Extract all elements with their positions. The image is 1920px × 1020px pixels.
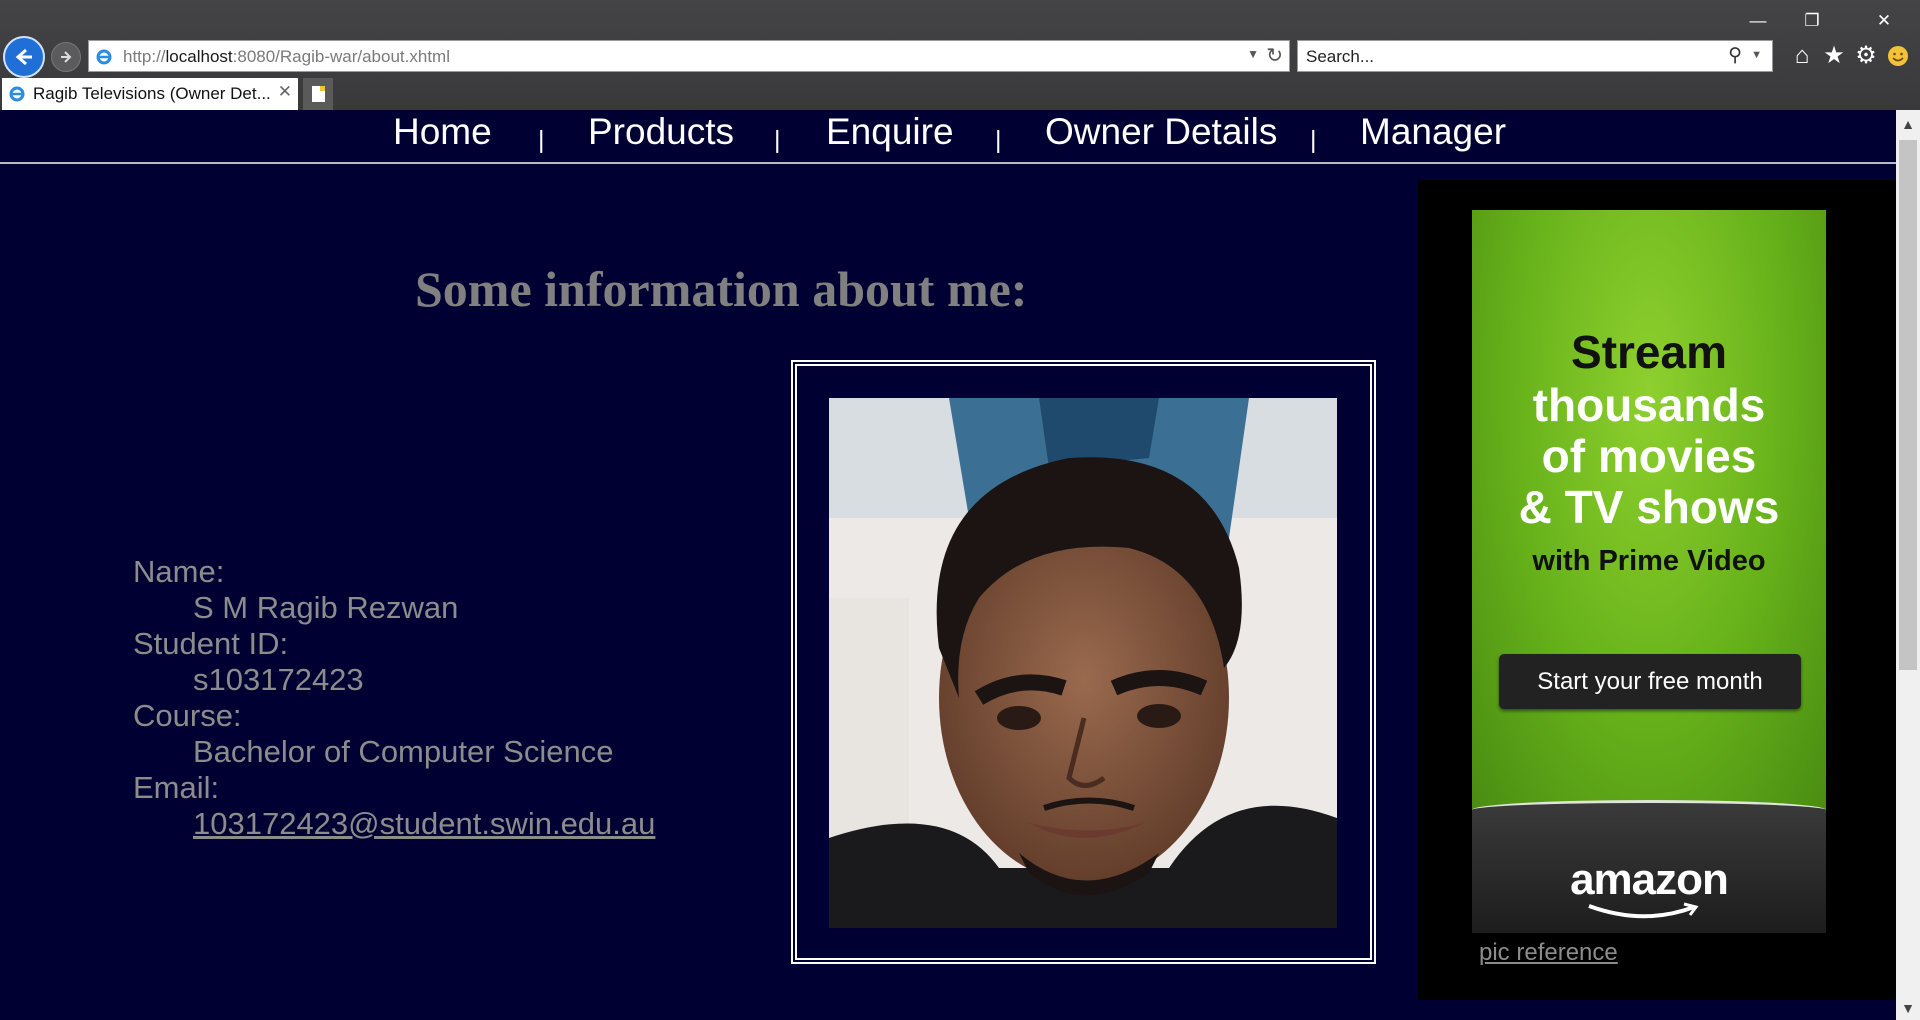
- address-dropdown-icon[interactable]: ▼: [1247, 47, 1259, 61]
- tab-title: Ragib Televisions (Owner Det...: [33, 84, 271, 103]
- tab-favicon-icon: [9, 86, 25, 102]
- ad-line-thousands: thousands: [1532, 379, 1766, 431]
- student-id-value: s103172423: [193, 662, 364, 697]
- scroll-thumb[interactable]: [1899, 140, 1917, 670]
- email-label: Email:: [133, 770, 220, 805]
- nav-separator: |: [538, 126, 545, 154]
- refresh-icon[interactable]: ↻: [1266, 43, 1283, 68]
- page-title: Some information about me:: [415, 261, 1028, 317]
- owner-photo: [829, 398, 1337, 928]
- search-placeholder: Search...: [1306, 47, 1375, 66]
- prime-video-ad[interactable]: Stream thousands of movies & TV shows wi…: [1472, 210, 1826, 933]
- new-tab-icon: [311, 86, 325, 102]
- amazon-smile-icon: [1588, 902, 1699, 919]
- nav-manager[interactable]: Manager: [1360, 111, 1506, 153]
- ad-sidebar: Stream thousands of movies & TV shows wi…: [1418, 180, 1896, 1000]
- address-bar[interactable]: http://localhost:8080/Ragib-war/about.xh…: [88, 40, 1290, 72]
- nav-home[interactable]: Home: [393, 111, 492, 153]
- back-arrow-icon: [15, 48, 32, 66]
- owner-info: Name: S M Ragib Rezwan Student ID: s1031…: [133, 554, 655, 842]
- search-icon[interactable]: ⚲: [1728, 44, 1742, 67]
- smiley-feedback-icon[interactable]: [1884, 42, 1912, 70]
- ie-favicon-icon: [96, 49, 112, 65]
- ad-line-tvshows: & TV shows: [1518, 481, 1780, 533]
- browser-tab[interactable]: Ragib Televisions (Owner Det... ✕: [2, 78, 298, 110]
- amazon-logo: amazon: [1570, 855, 1729, 904]
- vertical-scrollbar[interactable]: ▲ ▼: [1896, 110, 1920, 1020]
- address-url: http://localhost:8080/Ragib-war/about.xh…: [123, 47, 450, 66]
- nav-enquire[interactable]: Enquire: [826, 111, 954, 153]
- ad-start-button[interactable]: Start your free month: [1499, 654, 1801, 709]
- scroll-down-icon[interactable]: ▼: [1896, 996, 1920, 1020]
- name-label: Name:: [133, 554, 225, 589]
- owner-portrait-image: [829, 398, 1337, 928]
- forward-arrow-icon: [61, 51, 72, 63]
- top-nav: Home | Products | Enquire | Owner Detail…: [0, 110, 1896, 164]
- nav-separator: |: [774, 126, 781, 154]
- email-link[interactable]: 103172423@student.swin.edu.au: [193, 806, 655, 841]
- ad-line-prime: with Prime Video: [1532, 545, 1766, 577]
- ad-headline: thousands of movies & TV shows: [1472, 380, 1826, 533]
- smiley-graphic: [1888, 46, 1908, 66]
- nav-separator: |: [995, 126, 1002, 154]
- pic-reference-link[interactable]: pic reference: [1479, 939, 1618, 967]
- nav-separator: |: [1310, 126, 1317, 154]
- back-button[interactable]: [3, 36, 45, 78]
- close-icon[interactable]: ✕: [1858, 6, 1910, 36]
- student-id-label: Student ID:: [133, 626, 289, 661]
- home-icon[interactable]: ⌂: [1788, 42, 1816, 70]
- minimize-icon[interactable]: —: [1732, 6, 1784, 36]
- page-content: Home | Products | Enquire | Owner Detail…: [0, 110, 1896, 1020]
- ad-line-stream: Stream: [1571, 326, 1727, 378]
- course-value: Bachelor of Computer Science: [193, 734, 614, 769]
- new-tab-button[interactable]: [303, 78, 333, 110]
- search-input[interactable]: Search... ⚲ ▼: [1297, 40, 1773, 72]
- name-value: S M Ragib Rezwan: [193, 590, 459, 625]
- search-dropdown-icon[interactable]: ▼: [1751, 49, 1762, 61]
- settings-gear-icon[interactable]: ⚙: [1852, 42, 1880, 70]
- ad-footer: amazon: [1472, 800, 1826, 933]
- ad-line-movies: of movies: [1541, 430, 1757, 482]
- favorites-star-icon[interactable]: ★: [1820, 42, 1848, 70]
- restore-icon[interactable]: ❐: [1786, 6, 1838, 36]
- nav-owner-details[interactable]: Owner Details: [1045, 111, 1277, 153]
- nav-products[interactable]: Products: [588, 111, 734, 153]
- scroll-up-icon[interactable]: ▲: [1896, 112, 1920, 136]
- browser-chrome: — ❐ ✕ http://localhost:8080/Ragib-war/ab…: [0, 0, 1920, 110]
- tab-close-icon[interactable]: ✕: [278, 82, 292, 102]
- forward-button[interactable]: [51, 42, 81, 72]
- course-label: Course:: [133, 698, 242, 733]
